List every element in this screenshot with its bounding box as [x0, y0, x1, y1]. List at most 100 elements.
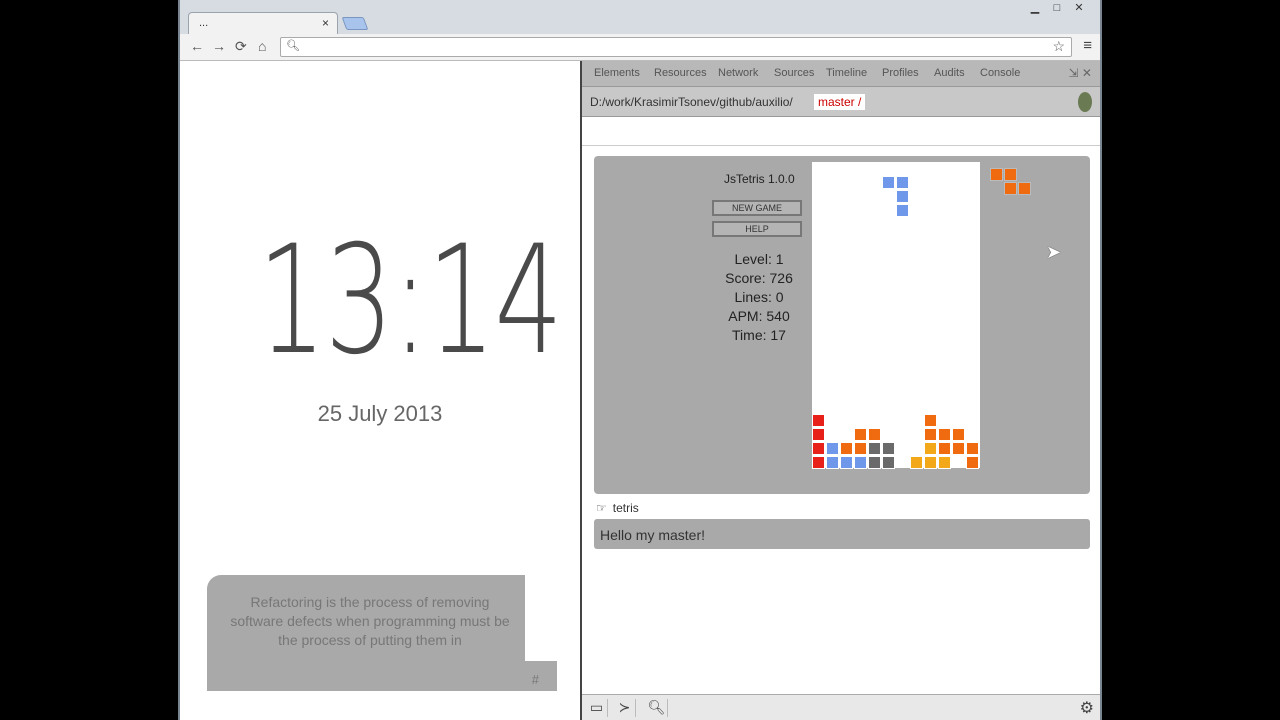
tetris-lines: Lines: 0 [734, 289, 784, 305]
new-tab-button[interactable] [341, 17, 369, 30]
bubble-hash: # [531, 672, 539, 687]
tab-profiles[interactable]: Profiles [882, 67, 919, 79]
tetris-cell [952, 442, 965, 455]
tetris-board[interactable] [812, 162, 980, 469]
git-branch: master / [814, 94, 866, 110]
tetris-cell [826, 456, 839, 469]
tetris-cell [854, 442, 867, 455]
home-icon[interactable]: ⌂ [258, 38, 266, 54]
tetris-title: JsTetris 1.0.0 [724, 172, 795, 186]
hand-pointer-icon: ☞ [596, 501, 607, 515]
status-orb-icon [1078, 92, 1092, 112]
console-command: ☞ tetris [596, 501, 639, 515]
tetris-cell [938, 456, 951, 469]
search-icon: 🔍︎ [286, 40, 300, 52]
tetris-cell [854, 428, 867, 441]
tetris-cell [938, 442, 951, 455]
clock-time: 13:14 [257, 214, 563, 388]
mouse-cursor-icon: ➤ [1046, 242, 1062, 262]
search-icon[interactable]: 🔍︎ [646, 699, 668, 717]
tab-audits[interactable]: Audits [934, 67, 965, 79]
forward-icon[interactable]: → [212, 38, 226, 54]
tetris-cell [896, 190, 909, 203]
tetris-cell [812, 414, 825, 427]
tetris-cell [868, 456, 881, 469]
address-bar[interactable]: 🔍︎ ☆ [280, 37, 1072, 57]
maximize-icon[interactable]: □ [1046, 2, 1068, 14]
gear-icon[interactable]: ⚙ [1080, 698, 1094, 718]
tab-elements[interactable]: Elements [594, 67, 640, 79]
tetris-cell [938, 428, 951, 441]
tetris-cell [826, 442, 839, 455]
chat-bubble: Refactoring is the process of removing s… [207, 575, 557, 691]
tetris-cell [868, 428, 881, 441]
tetris-time: Time: 17 [732, 327, 786, 343]
tetris-cell [882, 176, 895, 189]
tetris-cell [812, 442, 825, 455]
tab-sources[interactable]: Sources [774, 67, 814, 79]
tetris-cell [882, 456, 895, 469]
clock-date: 25 July 2013 [317, 401, 443, 426]
tetris-cell [924, 414, 937, 427]
browser-window: ... × ▁ □ ✕ ← → ⟳ ⌂ 🔍︎ ☆ ≡ 13:14 25 July 2… [178, 0, 1102, 720]
tab-title: ... [199, 17, 209, 29]
tetris-cell [924, 456, 937, 469]
reload-icon[interactable]: ⟳ [235, 38, 247, 55]
browser-toolbar: ← → ⟳ ⌂ 🔍︎ ☆ ≡ [180, 34, 1100, 61]
tetris-cell [952, 428, 965, 441]
tab-close-icon[interactable]: × [322, 16, 329, 30]
tetris-cell [924, 442, 937, 455]
dock-icon[interactable]: ▭ [586, 699, 608, 717]
tetris-game: JsTetris 1.0.0 NEW GAME HELP Level: 1 Sc… [594, 156, 1090, 494]
tetris-cell [896, 176, 909, 189]
command-text: tetris [612, 501, 639, 515]
path-bar: D:/work/KrasimirTsonev/github/auxilio/ m… [582, 87, 1100, 117]
title-bar: ... × ▁ □ ✕ [180, 0, 1100, 34]
page-content: 13:14 25 July 2013 Refactoring is the pr… [180, 61, 580, 720]
tab-console[interactable]: Console [980, 67, 1020, 79]
tetris-cell [882, 442, 895, 455]
tetris-cell [812, 428, 825, 441]
next-piece-cell [1004, 168, 1017, 181]
tetris-level: Level: 1 [734, 251, 784, 267]
window-controls: ▁ □ ✕ [1024, 1, 1090, 14]
new-game-button[interactable]: NEW GAME [712, 200, 802, 216]
bookmark-star-icon[interactable]: ☆ [1052, 38, 1065, 55]
tetris-cell [910, 456, 923, 469]
next-piece-preview [990, 168, 1040, 208]
tetris-cell [924, 428, 937, 441]
tetris-apm: APM: 540 [728, 308, 790, 324]
browser-tab[interactable]: ... × [188, 12, 338, 34]
back-icon[interactable]: ← [190, 38, 204, 54]
close-window-icon[interactable]: ✕ [1068, 1, 1090, 14]
tetris-score: Score: 726 [725, 270, 793, 286]
tab-resources[interactable]: Resources [654, 67, 707, 79]
next-piece-cell [1004, 182, 1017, 195]
devtools-tabbar: Elements Resources Network Sources Timel… [582, 61, 1100, 87]
help-button[interactable]: HELP [712, 221, 802, 237]
tab-network[interactable]: Network [718, 67, 758, 79]
tetris-cell [966, 456, 979, 469]
minimize-icon[interactable]: ▁ [1024, 1, 1046, 14]
devtools-bottom-bar: ▭ ≻ 🔍︎ ⚙ [582, 694, 1100, 720]
console-reply: Hello my master! [594, 519, 1090, 549]
tetris-cell [966, 442, 979, 455]
current-path: D:/work/KrasimirTsonev/github/auxilio/ [590, 95, 793, 109]
next-piece-cell [990, 168, 1003, 181]
reply-text: Hello my master! [600, 527, 706, 543]
next-piece-cell [1018, 182, 1031, 195]
tetris-cell [854, 456, 867, 469]
tetris-cell [840, 442, 853, 455]
devtools-panel: Elements Resources Network Sources Timel… [582, 61, 1100, 720]
devtools-close-icon[interactable]: ⇲ ✕ [1069, 66, 1092, 80]
tetris-cell [896, 204, 909, 217]
tetris-cell [840, 456, 853, 469]
console-input-row[interactable] [582, 118, 1100, 146]
bubble-tail [525, 661, 557, 691]
menu-icon[interactable]: ≡ [1083, 37, 1092, 54]
bubble-text: Refactoring is the process of removing s… [230, 594, 510, 648]
tetris-cell [868, 442, 881, 455]
console-drawer-icon[interactable]: ≻ [614, 699, 636, 717]
tab-timeline[interactable]: Timeline [826, 67, 867, 79]
tetris-cell [812, 456, 825, 469]
